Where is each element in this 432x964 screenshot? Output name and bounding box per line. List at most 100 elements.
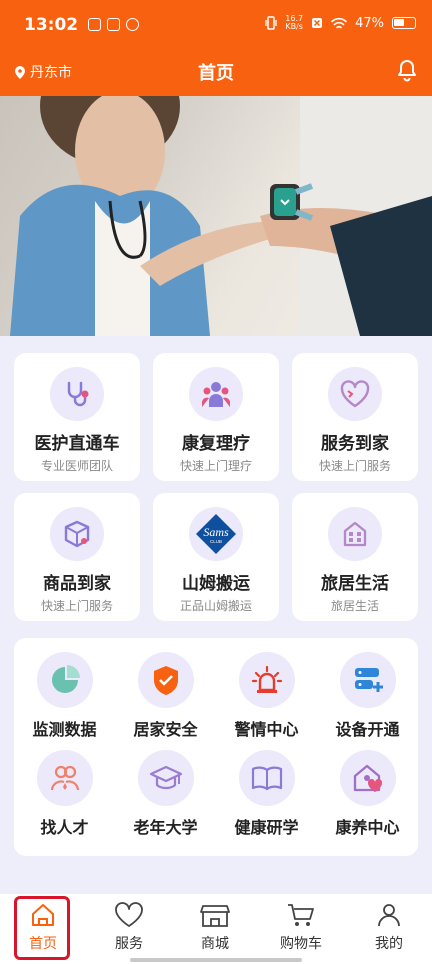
tab-mall[interactable]: 商城 — [172, 900, 258, 953]
service-card-travel-living[interactable]: 旅居生活 旅居生活 — [292, 493, 418, 621]
home-tab-highlight — [14, 896, 70, 960]
notification-icon — [126, 18, 139, 31]
service-title: 商品到家 — [43, 574, 111, 594]
quick-entry-find-talent[interactable]: 找人才 — [14, 750, 115, 838]
tab-cart[interactable]: 购物车 — [258, 900, 344, 953]
service-title: 服务到家 — [321, 434, 389, 454]
service-icon-wrap — [328, 367, 382, 421]
graduation-cap-icon — [149, 765, 182, 790]
service-subtitle: 正品山姆搬运 — [179, 599, 252, 613]
service-icon-wrap: Sams CLUB — [189, 507, 243, 561]
quick-entry-alarm-center[interactable]: 警情中心 — [216, 652, 317, 740]
quick-entry-icon-wrap — [339, 750, 396, 806]
vibrate-icon — [265, 16, 277, 30]
people-search-icon — [50, 765, 79, 791]
bell-icon — [398, 60, 416, 82]
sim-icon — [312, 18, 323, 28]
quick-entry-care-center[interactable]: 康养中心 — [317, 750, 418, 838]
battery-percent: 47% — [355, 15, 384, 31]
battery-icon — [392, 17, 416, 29]
cart-icon — [288, 904, 314, 926]
tab-label: 我的 — [375, 936, 403, 952]
quick-entry-home-safety[interactable]: 居家安全 — [115, 652, 216, 740]
heart-icon — [340, 380, 370, 408]
heart-outline-icon — [115, 902, 143, 927]
status-right: 16.7 KB/s 47% — [265, 15, 416, 31]
quick-entry-icon-wrap — [339, 652, 396, 708]
service-icon-wrap — [50, 507, 104, 561]
service-card-rehab[interactable]: 康复理疗 快速上门理疗 — [153, 353, 279, 481]
tab-label: 商城 — [201, 936, 229, 952]
quick-entry-icon-wrap — [36, 652, 93, 708]
quick-entry-icon-wrap — [238, 750, 295, 806]
house-heart-icon — [353, 764, 382, 792]
quick-entry-icon-wrap — [137, 652, 194, 708]
notification-icon — [88, 18, 101, 31]
service-icon-wrap — [50, 367, 104, 421]
sams-logo-sub: CLUB — [210, 539, 222, 544]
tab-mine[interactable]: 我的 — [346, 900, 432, 953]
shield-icon — [153, 666, 178, 695]
shop-icon — [200, 905, 230, 927]
top-header: 13:02 16.7 KB/s 47% 丹东市 首页 — [0, 0, 432, 96]
quick-entry-label: 找人才 — [40, 818, 89, 837]
sams-logo-text: Sams — [203, 525, 229, 539]
service-subtitle: 旅居生活 — [330, 599, 379, 613]
user-icon — [378, 904, 400, 927]
notification-icons — [88, 18, 139, 31]
status-time: 13:02 — [24, 15, 79, 35]
quick-entry-monitoring[interactable]: 监测数据 — [14, 652, 115, 740]
banner-illustration — [10, 96, 432, 336]
page-title: 首页 — [198, 63, 234, 84]
quick-entry-label: 老年大学 — [133, 818, 198, 837]
quick-entry-panel: 监测数据 居家安全 警情中心 设备开通 找人才 老年大学 健康研学 康养中心 — [14, 638, 418, 856]
quick-entry-label: 康养中心 — [335, 818, 400, 837]
banner-image[interactable] — [0, 96, 432, 336]
wifi-icon — [331, 17, 347, 28]
service-subtitle: 快速上门理疗 — [179, 459, 252, 473]
quick-entry-label: 居家安全 — [133, 720, 198, 739]
net-speed: 16.7 KB/s — [285, 15, 303, 31]
quick-entry-icon-wrap — [238, 652, 295, 708]
sams-club-logo: SamsCLUB — [196, 514, 236, 554]
net-speed-unit: KB/s — [285, 22, 303, 31]
service-card-medical-express[interactable]: 医护直通车 专业医师团队 — [14, 353, 140, 481]
quick-entry-label: 健康研学 — [234, 818, 299, 837]
quick-entry-label: 设备开通 — [335, 720, 400, 739]
service-card-goods-delivery[interactable]: 商品到家 快速上门服务 — [14, 493, 140, 621]
service-title: 康复理疗 — [182, 434, 250, 454]
pie-chart-icon — [51, 665, 80, 693]
gesture-bar[interactable] — [130, 958, 302, 962]
service-card-home-service[interactable]: 服务到家 快速上门服务 — [292, 353, 418, 481]
quick-entry-senior-university[interactable]: 老年大学 — [115, 750, 216, 838]
building-icon — [343, 521, 367, 547]
quick-entry-label: 警情中心 — [234, 720, 299, 739]
nav-bar: 丹东市 首页 — [0, 52, 432, 96]
stethoscope-icon — [67, 381, 89, 407]
service-title: 山姆搬运 — [182, 574, 250, 594]
service-icon-wrap — [328, 507, 382, 561]
alarm-light-icon — [251, 665, 282, 693]
service-title: 旅居生活 — [321, 574, 389, 594]
quick-entry-label: 监测数据 — [32, 720, 97, 739]
quick-entry-health-study[interactable]: 健康研学 — [216, 750, 317, 838]
service-subtitle: 快速上门服务 — [318, 459, 391, 473]
group-icon — [202, 382, 230, 407]
tab-services[interactable]: 服务 — [86, 900, 172, 953]
tab-label: 服务 — [115, 936, 143, 952]
notification-icon — [107, 18, 120, 31]
notification-bell[interactable] — [396, 58, 418, 86]
status-bar: 13:02 16.7 KB/s 47% — [0, 0, 432, 52]
service-title: 医护直通车 — [34, 434, 120, 454]
service-card-sams-moving[interactable]: Sams CLUB 山姆搬运 正品山姆搬运 — [153, 493, 279, 621]
quick-entry-icon-wrap — [36, 750, 93, 806]
open-book-icon — [251, 766, 282, 791]
package-icon — [64, 520, 90, 548]
quick-entry-icon-wrap — [137, 750, 194, 806]
tab-label: 购物车 — [280, 936, 322, 952]
service-icon-wrap — [189, 367, 243, 421]
service-subtitle: 快速上门服务 — [40, 599, 113, 613]
quick-entry-device-activation[interactable]: 设备开通 — [317, 652, 418, 740]
server-add-icon — [354, 668, 383, 692]
service-subtitle: 专业医师团队 — [40, 459, 113, 473]
